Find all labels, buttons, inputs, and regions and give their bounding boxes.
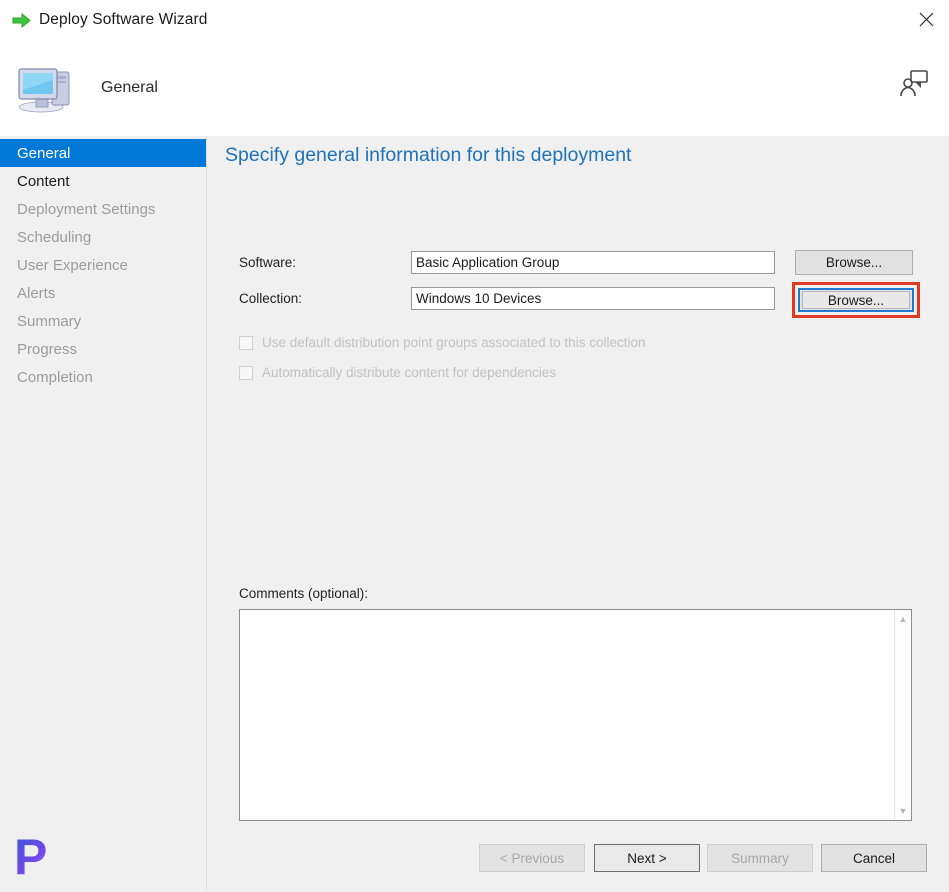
use-default-dp-groups-row: Use default distribution point groups as… (239, 335, 645, 350)
green-arrow-icon (10, 10, 32, 30)
computer-icon (15, 61, 75, 115)
browse-collection-label: Browse... (802, 291, 910, 309)
sidebar-item-deployment-settings[interactable]: Deployment Settings (0, 195, 206, 223)
auto-distribute-dependencies-row: Automatically distribute content for dep… (239, 365, 556, 380)
close-icon[interactable] (903, 0, 949, 38)
comments-box: ▲ ▼ (239, 609, 912, 821)
comments-label: Comments (optional): (239, 586, 369, 601)
sidebar-item-label: Summary (17, 312, 82, 330)
software-input[interactable] (411, 250, 775, 274)
browse-collection-button[interactable]: Browse... (798, 288, 914, 312)
window-title: Deploy Software Wizard (39, 11, 208, 28)
comments-scrollbar[interactable]: ▲ ▼ (894, 610, 911, 820)
content-heading: Specify general information for this dep… (225, 144, 632, 166)
sidebar-item-label: Scheduling (17, 228, 92, 246)
sidebar-item-summary[interactable]: Summary (0, 307, 206, 335)
page-title: General (101, 79, 158, 96)
collection-label: Collection: (239, 290, 303, 306)
use-default-dp-groups-checkbox (239, 335, 253, 350)
sidebar-item-completion[interactable]: Completion (0, 363, 206, 391)
sidebar-item-label: Completion (17, 368, 93, 386)
summary-button[interactable]: Summary (707, 844, 813, 872)
browse-software-button[interactable]: Browse... (795, 249, 913, 275)
next-button[interactable]: Next > (594, 844, 700, 872)
deploy-software-wizard-window: Deploy Software Wizard General General C… (0, 0, 949, 892)
sidebar-item-label: General (17, 144, 71, 162)
sidebar-item-label: Alerts (17, 284, 56, 302)
sidebar-item-label: Progress (17, 340, 78, 358)
auto-distribute-dependencies-checkbox (239, 365, 253, 380)
sidebar-item-label: Deployment Settings (17, 200, 156, 218)
scroll-up-icon[interactable]: ▲ (895, 610, 912, 628)
watermark-logo: P (14, 832, 68, 882)
sidebar-item-scheduling[interactable]: Scheduling (0, 223, 206, 251)
comments-textarea[interactable] (240, 610, 895, 820)
scroll-down-icon[interactable]: ▼ (895, 802, 912, 820)
help-person-icon[interactable] (897, 66, 931, 100)
previous-button[interactable]: < Previous (479, 844, 585, 872)
wizard-content-pane: Specify general information for this dep… (207, 136, 949, 892)
wizard-header: General (0, 40, 949, 136)
use-default-dp-groups-label: Use default distribution point groups as… (262, 335, 646, 350)
sidebar-item-label: User Experience (17, 256, 128, 274)
sidebar-item-content[interactable]: Content (0, 167, 206, 195)
auto-distribute-dependencies-label: Automatically distribute content for dep… (262, 365, 557, 380)
sidebar-item-general[interactable]: General (0, 139, 206, 167)
sidebar-item-alerts[interactable]: Alerts (0, 279, 206, 307)
software-row: Software: Browse... (207, 249, 949, 275)
collection-input[interactable] (411, 286, 775, 310)
sidebar-item-user-experience[interactable]: User Experience (0, 251, 206, 279)
wizard-step-sidebar: General Content Deployment Settings Sche… (0, 136, 206, 892)
title-bar: Deploy Software Wizard (0, 0, 949, 40)
sidebar-item-label: Content (17, 172, 70, 190)
cancel-button[interactable]: Cancel (821, 844, 927, 872)
software-label: Software: (239, 254, 297, 270)
sidebar-item-progress[interactable]: Progress (0, 335, 206, 363)
